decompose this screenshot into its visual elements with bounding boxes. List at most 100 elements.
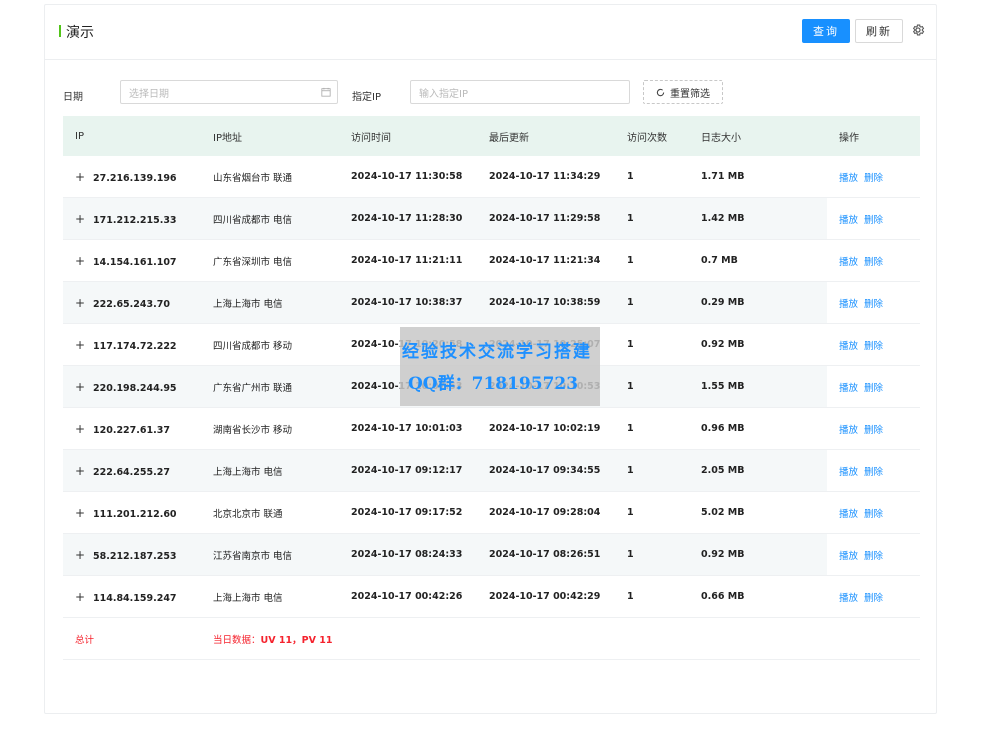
cell-log-size: 0.96 MB (689, 407, 827, 450)
table-row: +114.84.159.247 上海上海市 电信 2024-10-17 00:42:… (63, 575, 920, 618)
date-picker[interactable]: 选择日期 (120, 80, 338, 104)
cell-visit-count: 1 (615, 239, 689, 282)
gear-icon[interactable] (911, 23, 925, 37)
reload-icon (656, 88, 665, 96)
expand-icon[interactable]: + (75, 296, 87, 310)
play-link[interactable]: 播放 (839, 299, 858, 310)
col-header-location: IP地址 (201, 116, 339, 156)
cell-ip: +27.216.139.196 (63, 156, 201, 198)
expand-icon[interactable]: + (75, 380, 87, 394)
play-link[interactable]: 播放 (839, 509, 858, 520)
play-link[interactable]: 播放 (839, 215, 858, 226)
cell-visit-time: 2024-10-17 11:28:30 (339, 197, 477, 240)
total-label: 总计 (63, 617, 201, 660)
ip-value: 111.201.212.60 (93, 508, 177, 520)
expand-icon[interactable]: + (75, 212, 87, 226)
location-value: 山东省烟台市 联通 (213, 172, 293, 184)
query-button[interactable]: 查询 (802, 19, 850, 43)
location-value: 四川省成都市 移动 (213, 340, 293, 352)
cell-visit-time: 2024-10-17 09:12:17 (339, 449, 477, 492)
cell-last-update: 2024-10-17 11:21:34 (477, 239, 615, 282)
delete-link[interactable]: 删除 (864, 257, 883, 268)
delete-link[interactable]: 删除 (864, 467, 883, 478)
cell-visit-count: 1 (615, 449, 689, 492)
expand-icon[interactable]: + (75, 170, 87, 184)
cell-visit-count: 1 (615, 575, 689, 618)
delete-link[interactable]: 删除 (864, 383, 883, 394)
cell-ip: +120.227.61.37 (63, 407, 201, 450)
cell-ip: +58.212.187.253 (63, 533, 201, 576)
ip-value: 220.198.244.95 (93, 382, 177, 394)
ip-input[interactable]: 输入指定IP (410, 80, 630, 104)
play-link[interactable]: 播放 (839, 467, 858, 478)
reset-filter-button[interactable]: 重置筛选 (643, 80, 723, 104)
calendar-icon (321, 87, 331, 97)
delete-link[interactable]: 删除 (864, 341, 883, 352)
expand-icon[interactable]: + (75, 338, 87, 352)
play-link[interactable]: 播放 (839, 593, 858, 604)
cell-visit-time: 2024-10-17 11:21:11 (339, 239, 477, 282)
page-header: 演示 查询 刷新 (45, 5, 936, 60)
delete-link[interactable]: 删除 (864, 173, 883, 184)
page-title: 演示 (66, 25, 94, 41)
cell-location: 山东省烟台市 联通 (201, 156, 339, 198)
cell-actions: 播放 删除 (827, 575, 920, 618)
reset-label: 重置筛选 (670, 88, 710, 100)
expand-icon[interactable]: + (75, 506, 87, 520)
play-link[interactable]: 播放 (839, 257, 858, 268)
cell-visit-time: 2024-10-17 10:38:37 (339, 281, 477, 324)
expand-icon[interactable]: + (75, 422, 87, 436)
cell-log-size: 0.7 MB (689, 239, 827, 282)
delete-link[interactable]: 删除 (864, 215, 883, 226)
play-link[interactable]: 播放 (839, 173, 858, 184)
date-label: 日期 (63, 92, 83, 103)
title-accent-bar (59, 25, 61, 37)
cell-visit-count: 1 (615, 407, 689, 450)
col-header-last-update: 最后更新 (477, 116, 615, 156)
table-row: +222.65.243.70 上海上海市 电信 2024-10-17 10:38:3… (63, 281, 920, 324)
expand-icon[interactable]: + (75, 548, 87, 562)
expand-icon[interactable]: + (75, 590, 87, 604)
expand-icon[interactable]: + (75, 254, 87, 268)
delete-link[interactable]: 删除 (864, 299, 883, 310)
delete-link[interactable]: 删除 (864, 509, 883, 520)
watermark-line2: QQ群：718195723 (408, 374, 579, 394)
col-header-log-size: 日志大小 (689, 116, 827, 156)
play-link[interactable]: 播放 (839, 383, 858, 394)
location-value: 上海上海市 电信 (213, 298, 283, 310)
cell-location: 上海上海市 电信 (201, 575, 339, 618)
delete-link[interactable]: 删除 (864, 425, 883, 436)
filter-bar: 日期 选择日期 指定IP 输入指定IP 重置筛选 (45, 59, 936, 117)
cell-visit-time: 2024-10-17 08:24:33 (339, 533, 477, 576)
cell-ip: +222.65.243.70 (63, 281, 201, 324)
ip-value: 120.227.61.37 (93, 424, 170, 436)
cell-actions: 播放 删除 (827, 407, 920, 450)
cell-last-update: 2024-10-17 10:02:19 (477, 407, 615, 450)
table-row: +58.212.187.253 江苏省南京市 电信 2024-10-17 08:24… (63, 533, 920, 576)
table-row: +27.216.139.196 山东省烟台市 联通 2024-10-17 11:30… (63, 156, 920, 198)
table-row: +222.64.255.27 上海上海市 电信 2024-10-17 09:12:1… (63, 449, 920, 492)
cell-last-update: 2024-10-17 11:29:58 (477, 197, 615, 240)
cell-log-size: 0.66 MB (689, 575, 827, 618)
play-link[interactable]: 播放 (839, 341, 858, 352)
delete-link[interactable]: 删除 (864, 551, 883, 562)
cell-visit-count: 1 (615, 323, 689, 366)
cell-last-update: 2024-10-17 00:42:29 (477, 575, 615, 618)
cell-visit-count: 1 (615, 281, 689, 324)
cell-last-update: 2024-10-17 10:38:59 (477, 281, 615, 324)
cell-last-update: 2024-10-17 11:34:29 (477, 156, 615, 198)
summary-values: UV 11，PV 11 (260, 634, 333, 646)
cell-last-update: 2024-10-17 09:34:55 (477, 449, 615, 492)
cell-last-update: 2024-10-17 09:28:04 (477, 491, 615, 534)
ip-value: 171.212.215.33 (93, 214, 177, 226)
table-row: +120.227.61.37 湖南省长沙市 移动 2024-10-17 10:01:… (63, 407, 920, 450)
cell-log-size: 1.42 MB (689, 197, 827, 240)
play-link[interactable]: 播放 (839, 425, 858, 436)
play-link[interactable]: 播放 (839, 551, 858, 562)
refresh-button[interactable]: 刷新 (855, 19, 903, 43)
delete-link[interactable]: 删除 (864, 593, 883, 604)
expand-icon[interactable]: + (75, 464, 87, 478)
cell-log-size: 2.05 MB (689, 449, 827, 492)
table-row: +111.201.212.60 北京北京市 联通 2024-10-17 09:17:… (63, 491, 920, 534)
cell-log-size: 0.92 MB (689, 533, 827, 576)
